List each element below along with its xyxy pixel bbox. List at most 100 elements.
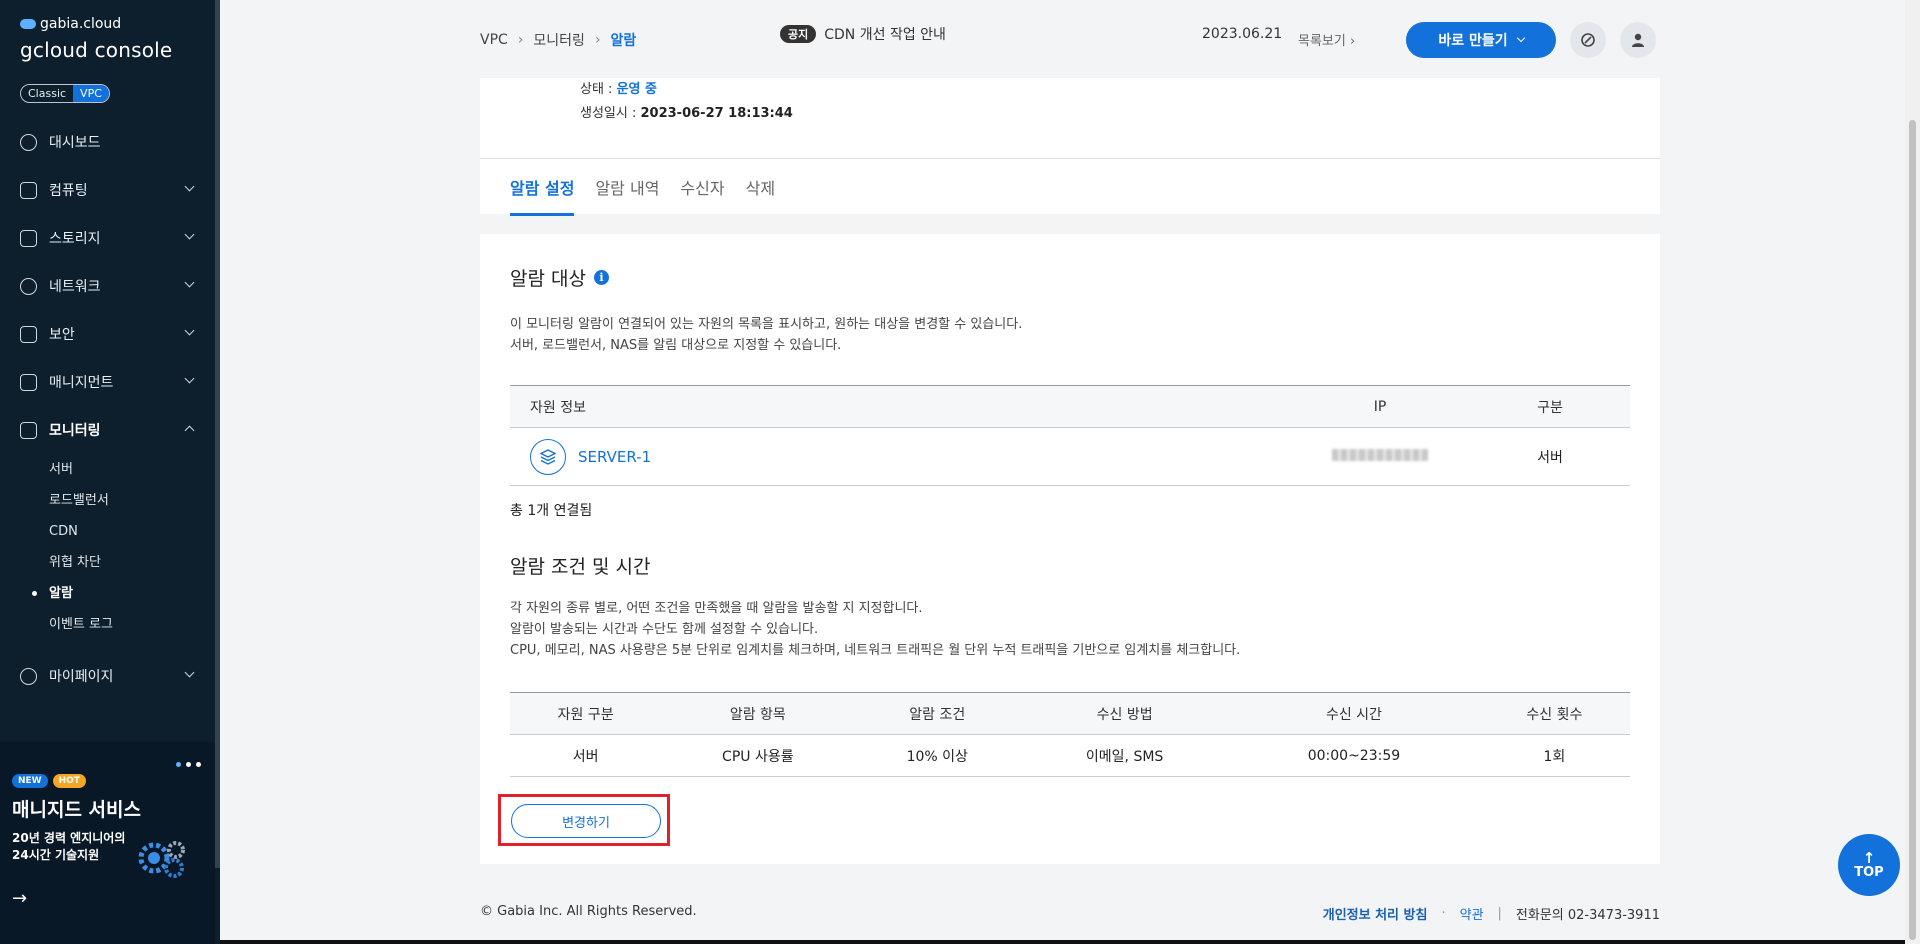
- cell-resource-kind: 서버: [510, 734, 662, 777]
- user-menu-button[interactable]: [1620, 22, 1656, 58]
- target-description: 이 모니터링 알람이 연결되어 있는 자원의 목록을 표시하고, 원하는 대상을…: [510, 317, 1023, 353]
- terms-link[interactable]: 약관: [1460, 904, 1484, 923]
- resource-cell: SERVER-1: [510, 427, 1290, 486]
- table-row: 서버 CPU 사용률 10% 이상 이메일, SMS 00:00~23:59 1…: [510, 734, 1630, 777]
- storage-icon: [20, 229, 37, 247]
- tab-alarm-history[interactable]: 알람 내역: [595, 175, 659, 216]
- arrow-right-icon[interactable]: →: [12, 888, 27, 909]
- col-resource-info: 자원 정보: [510, 385, 1290, 428]
- copyright: © Gabia Inc. All Rights Reserved.: [480, 904, 697, 919]
- chevron-right-icon: ›: [1349, 34, 1356, 49]
- divider: [480, 158, 1660, 159]
- sidebar-item-monitoring[interactable]: 모니터링: [0, 406, 215, 454]
- submenu-cdn[interactable]: CDN: [49, 516, 215, 547]
- chat-button[interactable]: [1570, 22, 1606, 58]
- created-row: 생성일시 : 2023-06-27 18:13:44: [580, 106, 793, 121]
- carousel-dot[interactable]: [176, 762, 181, 767]
- server-link[interactable]: SERVER-1: [530, 438, 1290, 475]
- sidebar-item-storage[interactable]: 스토리지: [0, 214, 215, 262]
- sidebar: gabia.cloud gcloud console Classic VPC 대…: [0, 0, 220, 944]
- create-button[interactable]: 바로 만들기: [1406, 22, 1556, 58]
- col-receive-count: 수신 횟수: [1478, 692, 1630, 735]
- gears-icon: [138, 841, 185, 878]
- target-table: 자원 정보 IP 구분 SERVER-1 서버: [510, 385, 1630, 486]
- carousel-dot[interactable]: [186, 762, 191, 767]
- brand-title[interactable]: gcloud console: [20, 38, 172, 62]
- col-alarm-condition: 알람 조건: [854, 692, 1021, 735]
- cell-alarm-item: CPU 사용률: [661, 734, 855, 777]
- top-header: VPC › 모니터링 › 알람 공지 CDN 개선 작업 안내 2023.06.…: [220, 0, 1920, 78]
- breadcrumb: VPC › 모니터링 › 알람: [480, 30, 636, 50]
- cloud-icon: [20, 19, 36, 29]
- submenu-server[interactable]: 서버: [49, 454, 215, 485]
- new-badge: NEW: [12, 774, 48, 788]
- footer-links: 개인정보 처리 방침 · 약관 | 전화문의 02-3473-3911: [1323, 904, 1660, 923]
- scrollbar-thumb[interactable]: [1909, 120, 1916, 940]
- table-row: SERVER-1 서버: [510, 427, 1630, 486]
- sidebar-menu: 대시보드 컴퓨팅 스토리지 네트워크 보안 매니지먼트 모니터링 서버 로드밸런…: [0, 118, 215, 700]
- status-value: 운영 중: [616, 82, 657, 97]
- notice-ticker[interactable]: 공지 CDN 개선 작업 안내: [780, 24, 946, 44]
- arrow-up-icon: ↑: [1862, 848, 1876, 867]
- phone-contact: 전화문의 02-3473-3911: [1515, 908, 1660, 923]
- carousel-dot[interactable]: [196, 762, 201, 767]
- sidebar-item-network[interactable]: 네트워크: [0, 262, 215, 310]
- submenu-threat-block[interactable]: 위협 차단: [49, 547, 215, 578]
- separator-dot: ·: [1441, 906, 1446, 921]
- toggle-classic[interactable]: Classic: [21, 85, 73, 102]
- sidebar-item-management[interactable]: 매니지먼트: [0, 358, 215, 406]
- highlight-box: 변경하기: [498, 794, 670, 846]
- tab-recipients[interactable]: 수신자: [680, 175, 724, 216]
- sidebar-item-security[interactable]: 보안: [0, 310, 215, 358]
- privacy-link[interactable]: 개인정보 처리 방침: [1323, 904, 1428, 923]
- chevron-down-icon: [184, 373, 195, 384]
- sidebar-item-mypage[interactable]: 마이페이지: [0, 652, 215, 700]
- chevron-down-icon: [1516, 33, 1525, 43]
- tab-delete[interactable]: 삭제: [746, 175, 775, 216]
- sidebar-item-dashboard[interactable]: 대시보드: [0, 118, 215, 166]
- notice-list-link[interactable]: 목록보기 ›: [1298, 30, 1355, 49]
- col-receive-time: 수신 시간: [1229, 692, 1479, 735]
- created-value: 2023-06-27 18:13:44: [640, 106, 793, 121]
- breadcrumb-monitoring[interactable]: 모니터링: [533, 30, 585, 50]
- submenu-event-log[interactable]: 이벤트 로그: [49, 609, 215, 640]
- separator-bar: |: [1497, 906, 1502, 921]
- chevron-down-icon: [184, 229, 195, 240]
- bottom-edge: [220, 940, 1905, 944]
- condition-section-title: 알람 조건 및 시간: [510, 556, 651, 578]
- hot-badge: HOT: [52, 774, 86, 788]
- condition-description: 각 자원의 종류 별로, 어떤 조건을 만족했을 때 알람을 발송할 지 지정합…: [510, 601, 1241, 658]
- notice-text[interactable]: CDN 개선 작업 안내: [824, 24, 946, 44]
- submenu-alarm[interactable]: 알람: [32, 578, 215, 609]
- chevron-right-icon: ›: [594, 32, 601, 48]
- scroll-top-button[interactable]: ↑ TOP: [1838, 834, 1900, 896]
- tab-alarm-settings[interactable]: 알람 설정: [510, 175, 575, 216]
- cell-alarm-condition: 10% 이상: [854, 734, 1021, 777]
- carousel-dots[interactable]: [176, 762, 201, 767]
- col-resource-kind: 자원 구분: [510, 692, 662, 735]
- tab-bar: 알람 설정 알람 내역 수신자 삭제: [510, 175, 775, 216]
- sidebar-scrollbar[interactable]: [215, 0, 220, 868]
- brand-logo[interactable]: gabia.cloud: [20, 16, 121, 32]
- chevron-right-icon: ›: [517, 32, 524, 48]
- submenu-loadbalancer[interactable]: 로드밸런서: [49, 485, 215, 516]
- shield-icon: [20, 325, 37, 343]
- breadcrumb-alarm[interactable]: 알람: [611, 30, 637, 50]
- status-row: 상태 : 운영 중: [580, 82, 657, 97]
- user-icon: [1632, 33, 1644, 47]
- change-button[interactable]: 변경하기: [511, 804, 661, 838]
- alarm-summary-card: 상태 : 운영 중 생성일시 : 2023-06-27 18:13:44 알람 …: [480, 78, 1660, 216]
- chevron-down-icon: [184, 181, 195, 192]
- col-ip: IP: [1290, 385, 1470, 428]
- ip-cell: [1290, 427, 1470, 486]
- page-scrollbar[interactable]: [1905, 0, 1920, 944]
- sidebar-item-computing[interactable]: 컴퓨팅: [0, 166, 215, 214]
- toggle-vpc[interactable]: VPC: [73, 85, 109, 102]
- info-icon[interactable]: i: [593, 270, 609, 285]
- dashboard-icon: [20, 133, 37, 151]
- breadcrumb-vpc[interactable]: VPC: [480, 32, 508, 48]
- condition-table: 자원 구분 알람 항목 알람 조건 수신 방법 수신 시간 수신 횟수 서버 C…: [510, 692, 1630, 777]
- classic-vpc-toggle[interactable]: Classic VPC: [20, 84, 110, 103]
- col-receive-method: 수신 방법: [1020, 692, 1230, 735]
- cell-receive-count: 1회: [1478, 734, 1630, 777]
